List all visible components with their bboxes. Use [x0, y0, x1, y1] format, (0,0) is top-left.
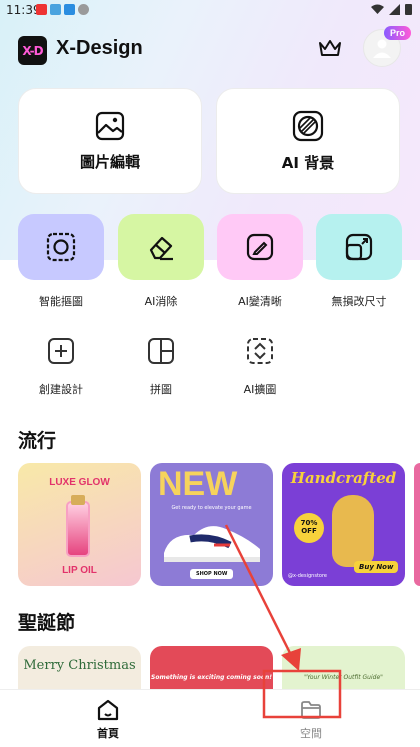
buy-now-button-image: Buy Now — [354, 561, 399, 573]
thumbnail-text: LUXE GLOW — [49, 477, 110, 488]
create-design-label: 創建設計 — [39, 383, 83, 396]
template-thumbnail[interactable]: LUXE GLOW LIP OIL — [18, 463, 141, 586]
bottom-navigation: 首頁 空間 — [0, 689, 420, 747]
image-icon — [95, 111, 125, 140]
notification-icon — [78, 4, 89, 15]
discount-off: OFF — [301, 527, 317, 535]
thumbnail-title: Handcrafted — [290, 469, 397, 487]
signal-icon — [389, 3, 400, 15]
ai-erase-label: AI消除 — [144, 295, 178, 308]
app-logo: X-D — [18, 36, 47, 65]
collage-icon — [148, 338, 174, 364]
notification-icon — [64, 4, 75, 15]
thumbnail-title: Merry Christmas — [23, 658, 136, 673]
thumbnail-text: LIP OIL — [62, 565, 97, 576]
ai-erase-button[interactable] — [118, 214, 204, 280]
ai-expand-button[interactable] — [217, 326, 303, 376]
image-edit-label: 圖片編輯 — [79, 152, 140, 171]
lip-oil-product-image — [66, 501, 90, 557]
enhance-icon — [246, 233, 274, 261]
thumbnail-handle: @x-designstore — [288, 573, 327, 579]
template-thumbnail[interactable]: "Your Winter Outfit Guide" — [282, 646, 405, 689]
battery-icon — [405, 4, 412, 15]
ai-enhance-label: AI變清晰 — [238, 295, 282, 308]
ai-background-icon — [292, 110, 324, 141]
nav-space[interactable]: 空間 — [281, 698, 341, 741]
notification-icon — [50, 4, 61, 15]
smart-cutout-label: 智能摳圖 — [39, 295, 83, 308]
wifi-icon — [371, 4, 384, 14]
ai-expand-label: AI擴圖 — [243, 383, 277, 396]
template-thumbnail[interactable]: Merry Christmas — [18, 646, 141, 689]
template-thumbnail[interactable]: NEW Get ready to elevate your game SHOP … — [150, 463, 273, 586]
user-icon — [373, 39, 391, 58]
pro-badge[interactable]: Pro — [384, 26, 412, 40]
template-thumbnail[interactable]: Something is exciting coming soon! — [150, 646, 273, 689]
thumbnail-title: "Your Winter Outfit Guide" — [304, 674, 383, 681]
thumbnail-title: Something is exciting coming soon! — [151, 674, 272, 681]
shop-now-button-image: SHOP NOW — [190, 569, 234, 579]
template-thumbnail-partial[interactable] — [414, 463, 420, 586]
lip-oil-cap-image — [71, 495, 85, 505]
collage-label: 拼圖 — [150, 383, 172, 396]
home-icon — [97, 699, 119, 721]
template-thumbnail[interactable]: Handcrafted 70% OFF @x-designstore Buy N… — [282, 463, 405, 586]
status-bar: 11:39 — [0, 0, 420, 20]
expand-icon — [247, 338, 273, 364]
collage-button[interactable] — [118, 326, 204, 376]
status-right — [371, 3, 412, 15]
trending-section-title: 流行 — [18, 430, 57, 452]
resize-label: 無損改尺寸 — [331, 295, 387, 308]
image-edit-card[interactable]: 圖片編輯 — [18, 88, 202, 194]
eraser-icon — [149, 236, 173, 261]
smart-cutout-button[interactable] — [18, 214, 104, 280]
nav-space-label: 空間 — [300, 727, 322, 740]
folder-icon — [301, 701, 321, 719]
ai-background-card[interactable]: AI 背景 — [216, 88, 400, 194]
vase-image — [332, 495, 374, 567]
crown-icon[interactable] — [318, 37, 342, 59]
sneaker-image — [164, 526, 260, 562]
ai-enhance-button[interactable] — [217, 214, 303, 280]
smart-cutout-icon — [46, 232, 76, 262]
discount-badge: 70% OFF — [294, 513, 324, 543]
ai-background-label: AI 背景 — [281, 153, 335, 172]
plus-square-icon — [48, 338, 74, 364]
thumbnail-subtitle: Get ready to elevate your game — [171, 505, 252, 511]
app-title: X-Design — [56, 37, 143, 59]
nav-home[interactable]: 首頁 — [78, 698, 138, 741]
christmas-section-title: 聖誕節 — [18, 612, 76, 634]
nav-home-label: 首頁 — [97, 727, 119, 740]
resize-icon — [345, 233, 373, 261]
notification-icon — [36, 4, 47, 15]
thumbnail-title: NEW — [158, 465, 238, 503]
create-design-button[interactable] — [18, 326, 104, 376]
logo-text: X-D — [22, 43, 43, 58]
resize-button[interactable] — [316, 214, 402, 280]
